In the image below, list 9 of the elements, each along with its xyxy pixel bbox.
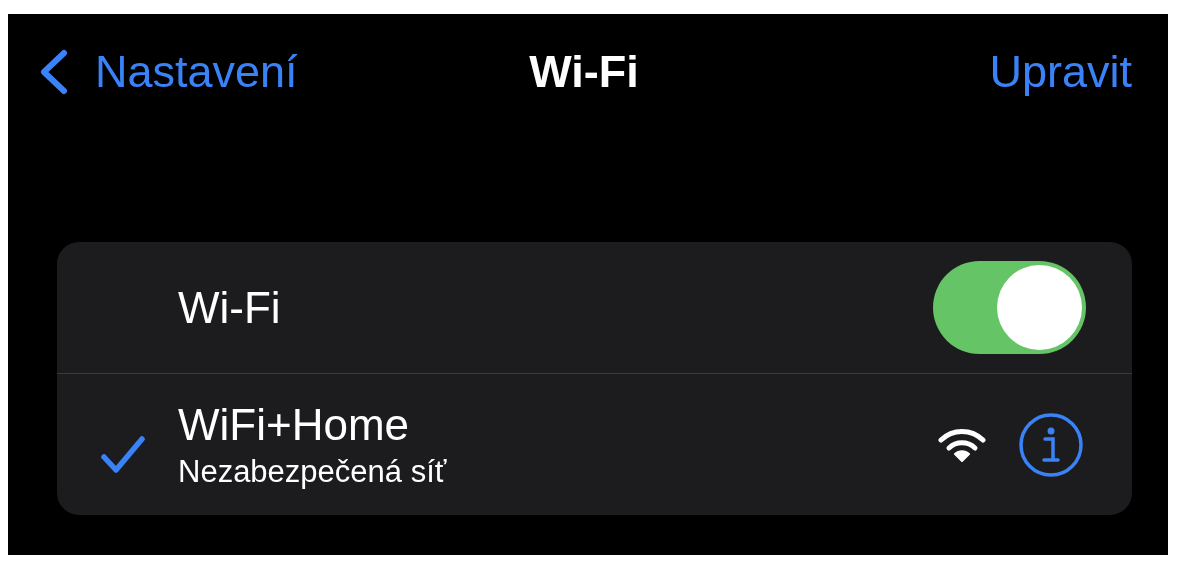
back-button[interactable]: Nastavení [36, 45, 298, 98]
network-status: Nezabezpečená síť [178, 452, 448, 491]
page-title: Wi-Fi [529, 45, 639, 98]
wifi-label: Wi-Fi [178, 282, 282, 333]
wifi-signal-icon [938, 427, 986, 462]
network-row[interactable]: WiFi+Home Nezabezpečená síť [57, 374, 1132, 515]
info-icon[interactable] [1018, 411, 1084, 478]
edit-button[interactable]: Upravit [989, 45, 1132, 98]
network-name: WiFi+Home [178, 398, 411, 451]
